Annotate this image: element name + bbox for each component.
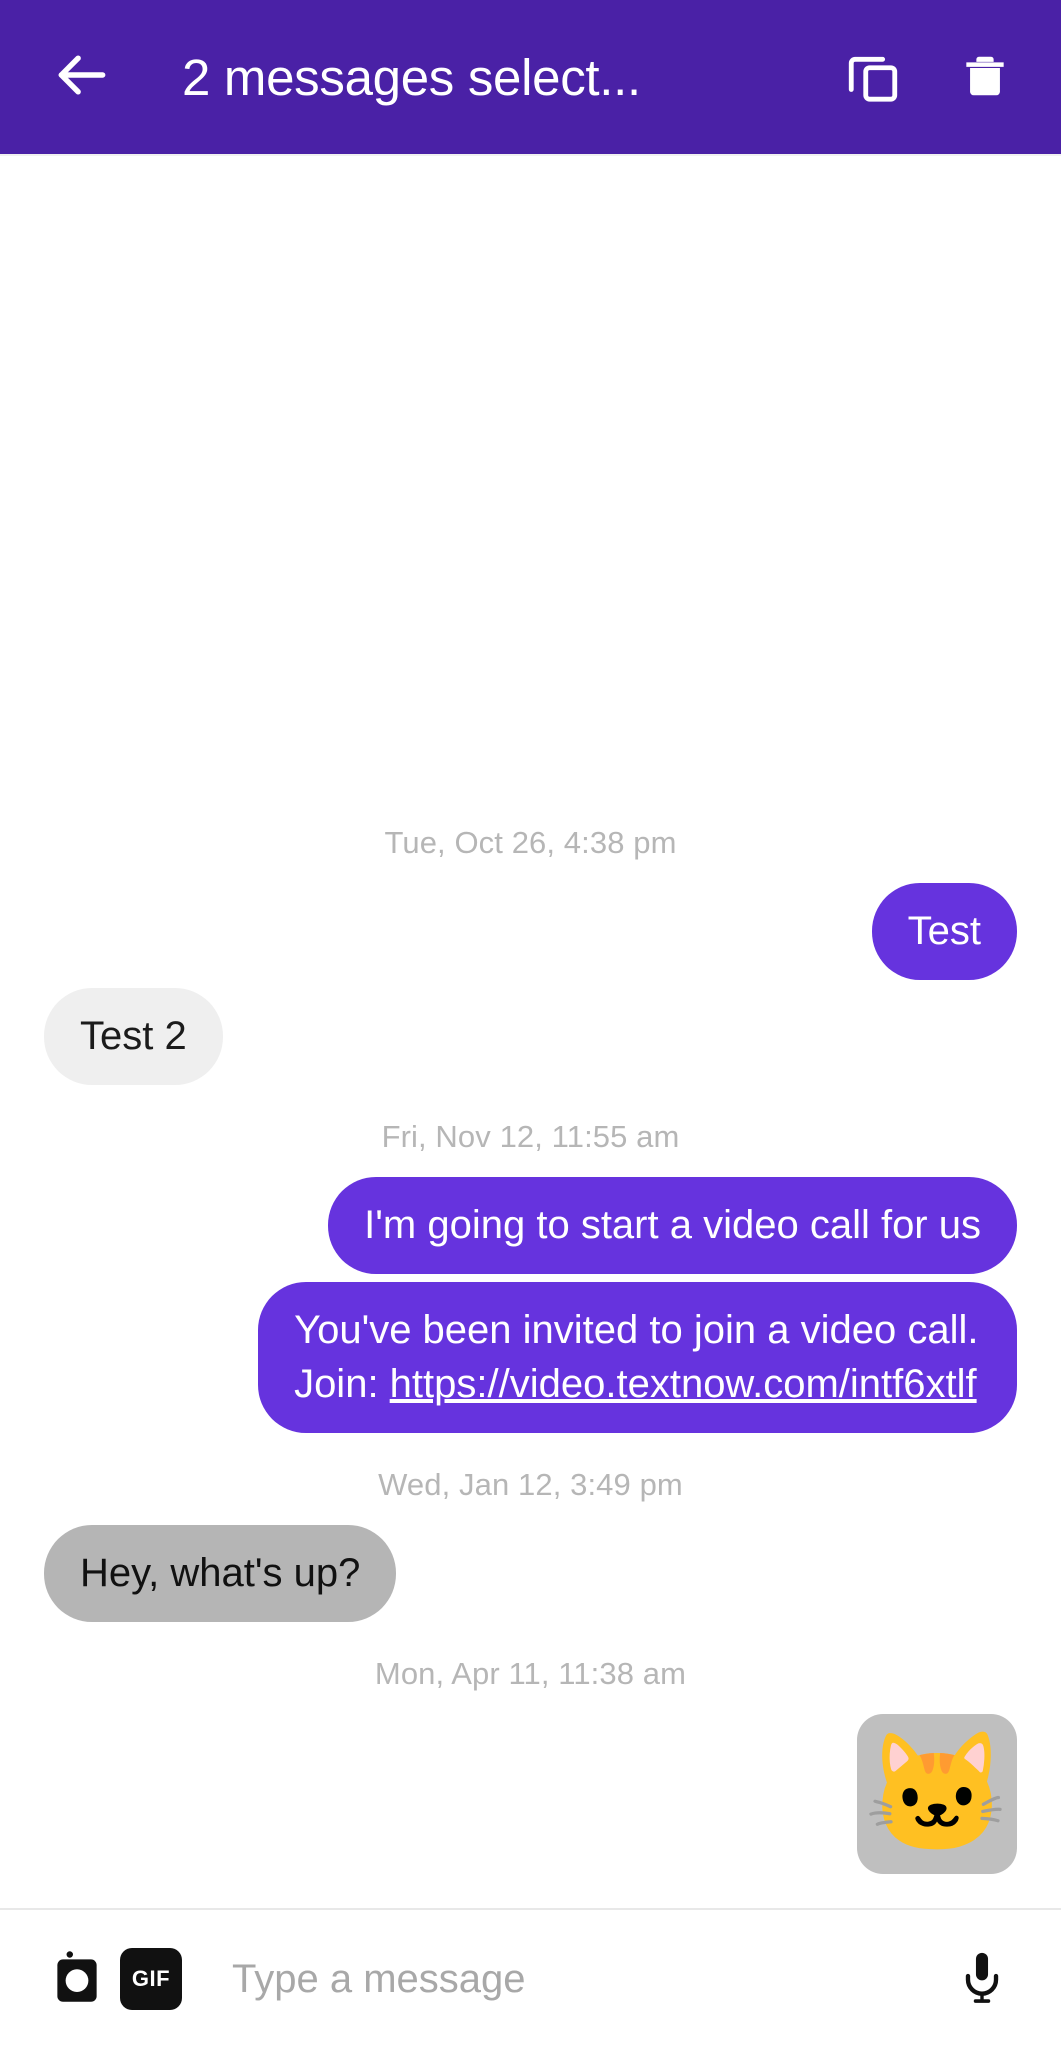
- back-button[interactable]: [44, 39, 120, 115]
- timestamp-divider: Mon, Apr 11, 11:38 am: [374, 1656, 687, 1691]
- message-input[interactable]: [232, 1956, 921, 2002]
- gif-label: GIF: [120, 1948, 182, 2010]
- message-row: I'm going to start a video call for us: [44, 1177, 1017, 1275]
- message-bubble-incoming[interactable]: Test 2: [44, 988, 223, 1086]
- microphone-button[interactable]: [945, 1942, 1019, 2016]
- message-row: Hey, what's up?: [44, 1524, 1017, 1622]
- thread-top-divider: [0, 154, 1061, 156]
- message-row: Test: [44, 882, 1017, 981]
- microphone-icon: [953, 1948, 1011, 2011]
- cat-face-sticker[interactable]: 🐱: [857, 1714, 1017, 1874]
- message-row: Test 2: [44, 988, 1017, 1086]
- message-bubble-video-call-invite[interactable]: You've been invited to join a video call…: [258, 1282, 1017, 1433]
- video-call-link[interactable]: https://video.textnow.com/intf6xtlf: [390, 1362, 977, 1406]
- page-title: 2 messages select...: [182, 48, 641, 106]
- delete-button[interactable]: [937, 29, 1033, 125]
- messaging-screen: 2 messages select... Tue, Oct 26, 4:38 p…: [0, 0, 1061, 2048]
- timestamp-divider: Tue, Oct 26, 4:38 pm: [384, 824, 677, 860]
- message-bubble-outgoing[interactable]: I'm going to start a video call for us: [328, 1177, 1017, 1275]
- message-group: Mon, Apr 11, 11:38 am 🐱: [44, 1630, 1017, 1882]
- timestamp-divider: Wed, Jan 12, 3:49 pm: [378, 1466, 683, 1502]
- gif-button[interactable]: GIF: [114, 1942, 188, 2016]
- message-row: You've been invited to join a video call…: [44, 1282, 1017, 1433]
- message-bubble-outgoing[interactable]: Test: [871, 882, 1017, 981]
- app-bar: 2 messages select...: [0, 0, 1061, 154]
- camera-icon: [46, 1946, 108, 2013]
- message-group: Wed, Jan 12, 3:49 pm Hey, what's up?: [44, 1441, 1017, 1630]
- message-bubble-incoming-selected[interactable]: Hey, what's up?: [44, 1524, 397, 1622]
- message-row: 🐱: [44, 1714, 1017, 1874]
- copy-button[interactable]: [825, 29, 921, 125]
- timestamp-divider: Fri, Nov 12, 11:55 am: [381, 1119, 680, 1155]
- camera-button[interactable]: [40, 1942, 114, 2016]
- message-group: Fri, Nov 12, 11:55 am I'm going to start…: [44, 1093, 1017, 1441]
- copy-icon: [844, 46, 902, 109]
- message-thread[interactable]: Tue, Oct 26, 4:38 pm Test Test 2 Fri, No…: [0, 154, 1061, 1908]
- message-group: Tue, Oct 26, 4:38 pm Test Test 2: [44, 799, 1017, 1093]
- message-composer: GIF: [0, 1908, 1061, 2048]
- trash-icon: [957, 47, 1013, 108]
- arrow-left-icon: [51, 44, 113, 111]
